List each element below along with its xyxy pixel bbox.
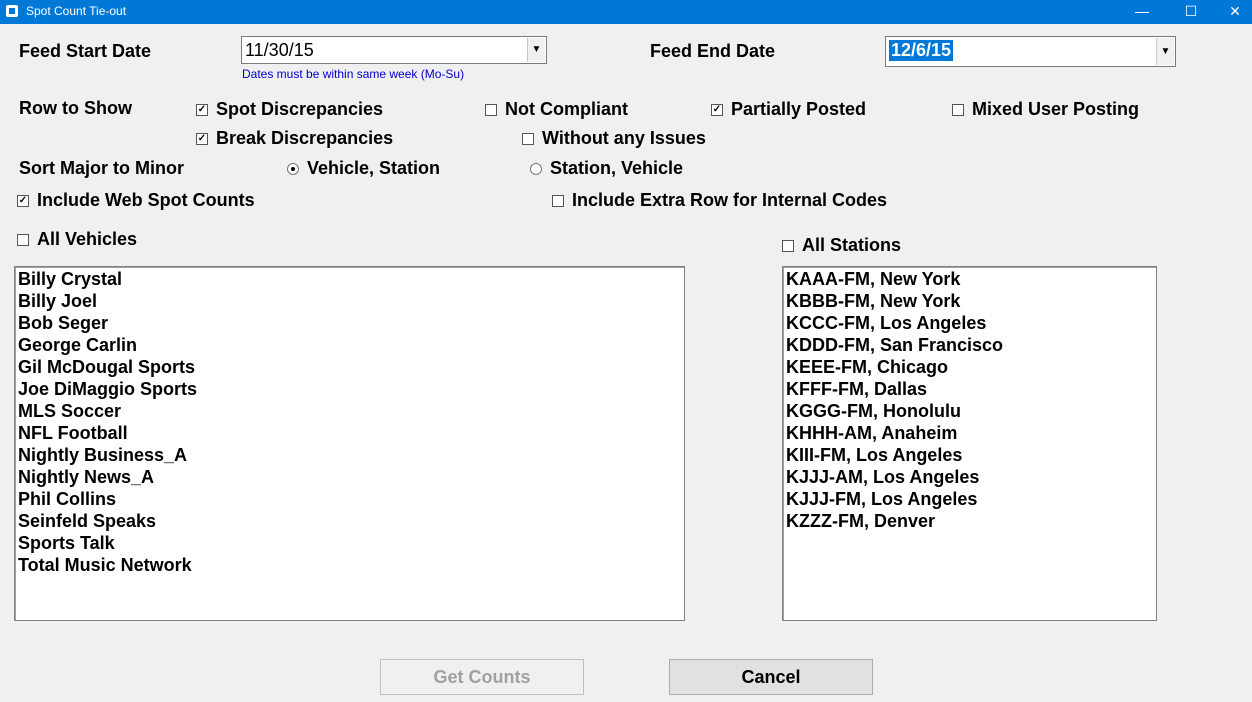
chevron-down-icon[interactable]: ▼: [1156, 38, 1174, 65]
title-bar: Spot Count Tie-out — ☐ ✕: [0, 0, 1252, 24]
not-compliant-checkbox[interactable]: Not Compliant: [485, 99, 628, 120]
list-item[interactable]: Nightly News_A: [18, 466, 681, 488]
date-hint: Dates must be within same week (Mo-Su): [242, 67, 465, 81]
minimize-button[interactable]: —: [1119, 0, 1165, 24]
app-icon: [6, 5, 18, 17]
get-counts-button[interactable]: Get Counts: [380, 659, 584, 695]
list-item[interactable]: Gil McDougal Sports: [18, 356, 681, 378]
radio-icon: [530, 162, 542, 175]
list-item[interactable]: George Carlin: [18, 334, 681, 356]
mixed-user-posting-checkbox[interactable]: Mixed User Posting: [952, 99, 1139, 120]
chevron-down-icon[interactable]: ▼: [527, 38, 545, 62]
list-item[interactable]: KJJJ-AM, Los Angeles: [786, 466, 1153, 488]
list-item[interactable]: KGGG-FM, Honolulu: [786, 400, 1153, 422]
list-item[interactable]: Sports Talk: [18, 532, 681, 554]
list-item[interactable]: Billy Crystal: [18, 268, 681, 290]
checkbox-icon: ✓: [17, 194, 29, 207]
checkbox-icon: [552, 194, 564, 207]
list-item[interactable]: MLS Soccer: [18, 400, 681, 422]
checkbox-icon: ✓: [196, 132, 208, 145]
row-to-show-label: Row to Show: [19, 98, 132, 118]
checkbox-icon: [782, 239, 794, 252]
feed-end-value: 12/6/15: [889, 40, 954, 61]
radio-selected-icon: [287, 162, 299, 175]
station-vehicle-radio[interactable]: Station, Vehicle: [530, 158, 683, 179]
list-item[interactable]: Bob Seger: [18, 312, 681, 334]
include-web-checkbox[interactable]: ✓ Include Web Spot Counts: [17, 190, 255, 211]
break-discrepancies-checkbox[interactable]: ✓ Break Discrepancies: [196, 128, 393, 149]
feed-start-value: 11/30/15: [245, 40, 314, 60]
vehicle-list[interactable]: Billy Crystal Billy Joel Bob Seger George C…: [14, 266, 685, 621]
list-item[interactable]: KAAA-FM, New York: [786, 268, 1153, 290]
list-item[interactable]: Seinfeld Speaks: [18, 510, 681, 532]
list-item[interactable]: NFL Football: [18, 422, 681, 444]
cancel-button[interactable]: Cancel: [669, 659, 873, 695]
feed-start-combo[interactable]: 11/30/15 ▼: [241, 36, 547, 64]
list-item[interactable]: Phil Collins: [18, 488, 681, 510]
list-item[interactable]: KHHH-AM, Anaheim: [786, 422, 1153, 444]
checkbox-icon: [522, 132, 534, 145]
list-item[interactable]: KZZZ-FM, Denver: [786, 510, 1153, 532]
list-item[interactable]: KDDD-FM, San Francisco: [786, 334, 1153, 356]
list-item[interactable]: KEEE-FM, Chicago: [786, 356, 1153, 378]
list-item[interactable]: Total Music Network: [18, 554, 681, 576]
list-item[interactable]: Billy Joel: [18, 290, 681, 312]
station-list[interactable]: KAAA-FM, New York KBBB-FM, New York KCCC-F…: [782, 266, 1157, 621]
spot-discrepancies-checkbox[interactable]: ✓ Spot Discrepancies: [196, 99, 383, 120]
list-item[interactable]: KFFF-FM, Dallas: [786, 378, 1153, 400]
feed-start-label: Feed Start Date: [19, 41, 152, 61]
list-item[interactable]: Nightly Business_A: [18, 444, 681, 466]
checkbox-icon: [17, 233, 29, 246]
list-item[interactable]: Joe DiMaggio Sports: [18, 378, 681, 400]
all-vehicles-checkbox[interactable]: All Vehicles: [17, 229, 137, 250]
close-button[interactable]: ✕: [1212, 0, 1252, 24]
sort-label: Sort Major to Minor: [19, 158, 184, 178]
all-stations-checkbox[interactable]: All Stations: [782, 235, 901, 256]
list-item[interactable]: KIII-FM, Los Angeles: [786, 444, 1153, 466]
feed-end-label: Feed End Date: [650, 41, 776, 61]
maximize-button[interactable]: ☐: [1168, 0, 1214, 24]
checkbox-icon: [952, 103, 964, 116]
partially-posted-checkbox[interactable]: ✓ Partially Posted: [711, 99, 866, 120]
checkbox-icon: [485, 103, 497, 116]
list-item[interactable]: KJJJ-FM, Los Angeles: [786, 488, 1153, 510]
window-title: Spot Count Tie-out: [26, 4, 127, 18]
list-item[interactable]: KCCC-FM, Los Angeles: [786, 312, 1153, 334]
checkbox-icon: ✓: [711, 103, 723, 116]
feed-end-combo[interactable]: 12/6/15 ▼: [885, 36, 1176, 67]
without-issues-checkbox[interactable]: Without any Issues: [522, 128, 706, 149]
checkbox-icon: ✓: [196, 103, 208, 116]
vehicle-station-radio[interactable]: Vehicle, Station: [287, 158, 440, 179]
list-item[interactable]: KBBB-FM, New York: [786, 290, 1153, 312]
include-extra-row-checkbox[interactable]: Include Extra Row for Internal Codes: [552, 190, 887, 211]
